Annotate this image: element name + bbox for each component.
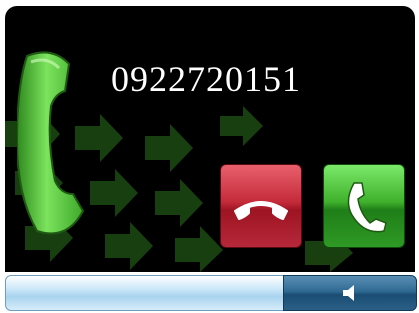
speaker-button[interactable] xyxy=(283,275,417,311)
phone-icon xyxy=(347,182,387,233)
phone-call-screen: 0922720151 xyxy=(0,0,419,313)
speaker-icon xyxy=(343,285,354,301)
hang-up-icon xyxy=(234,201,288,220)
incoming-call-panel: 0922720151 xyxy=(5,6,415,272)
handset-icon xyxy=(17,51,85,235)
accept-call-button[interactable] xyxy=(323,164,405,248)
volume-slider[interactable] xyxy=(5,275,284,311)
call-controls-bar xyxy=(5,275,417,313)
reject-call-button[interactable] xyxy=(220,164,302,248)
caller-number: 0922720151 xyxy=(111,59,301,99)
